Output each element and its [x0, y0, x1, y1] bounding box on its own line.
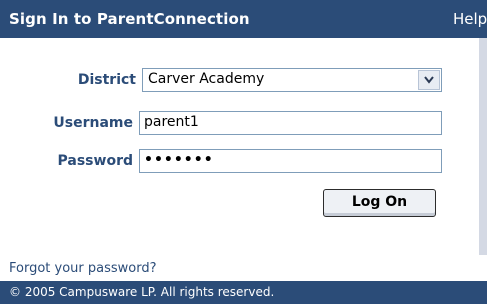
title-bar: Sign In to ParentConnection Help [0, 0, 487, 38]
footer: © 2005 Campusware LP. All rights reserve… [0, 281, 487, 304]
username-input[interactable]: parent1 [139, 111, 442, 135]
password-input[interactable]: ••••••• [139, 149, 442, 173]
chevron-down-icon[interactable] [418, 70, 440, 90]
log-on-button[interactable]: Log On [323, 189, 436, 217]
district-select[interactable]: Carver Academy [142, 68, 442, 92]
help-link[interactable]: Help [453, 10, 487, 28]
forgot-password-link[interactable]: Forgot your password? [9, 261, 157, 276]
sign-in-panel: Sign In to ParentConnection Help Distric… [0, 0, 487, 304]
username-value: parent1 [144, 114, 199, 130]
district-selected-value: Carver Academy [148, 71, 265, 87]
username-label: Username [53, 115, 133, 131]
copyright-text: © 2005 Campusware LP. All rights reserve… [9, 285, 275, 299]
page-title: Sign In to ParentConnection [9, 10, 250, 28]
district-label: District [77, 72, 136, 88]
password-label: Password [57, 153, 133, 169]
password-masked-value: ••••••• [144, 152, 214, 168]
